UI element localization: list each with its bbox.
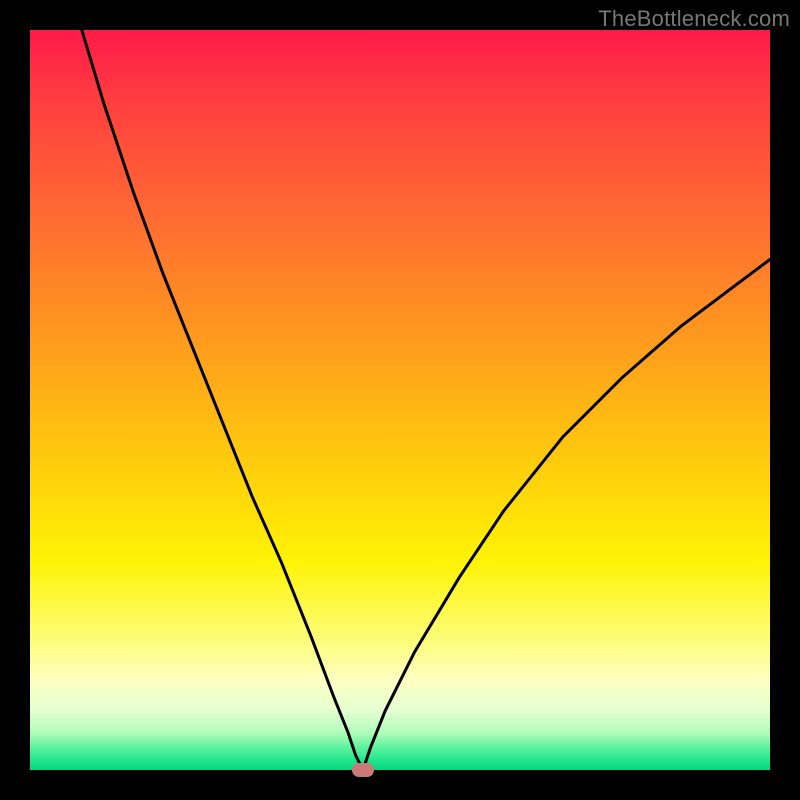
watermark-text: TheBottleneck.com bbox=[598, 6, 790, 32]
bottleneck-curve bbox=[82, 30, 770, 770]
plot-area bbox=[30, 30, 770, 770]
optimum-marker bbox=[352, 763, 374, 777]
chart-frame: TheBottleneck.com bbox=[0, 0, 800, 800]
curve-layer bbox=[30, 30, 770, 770]
